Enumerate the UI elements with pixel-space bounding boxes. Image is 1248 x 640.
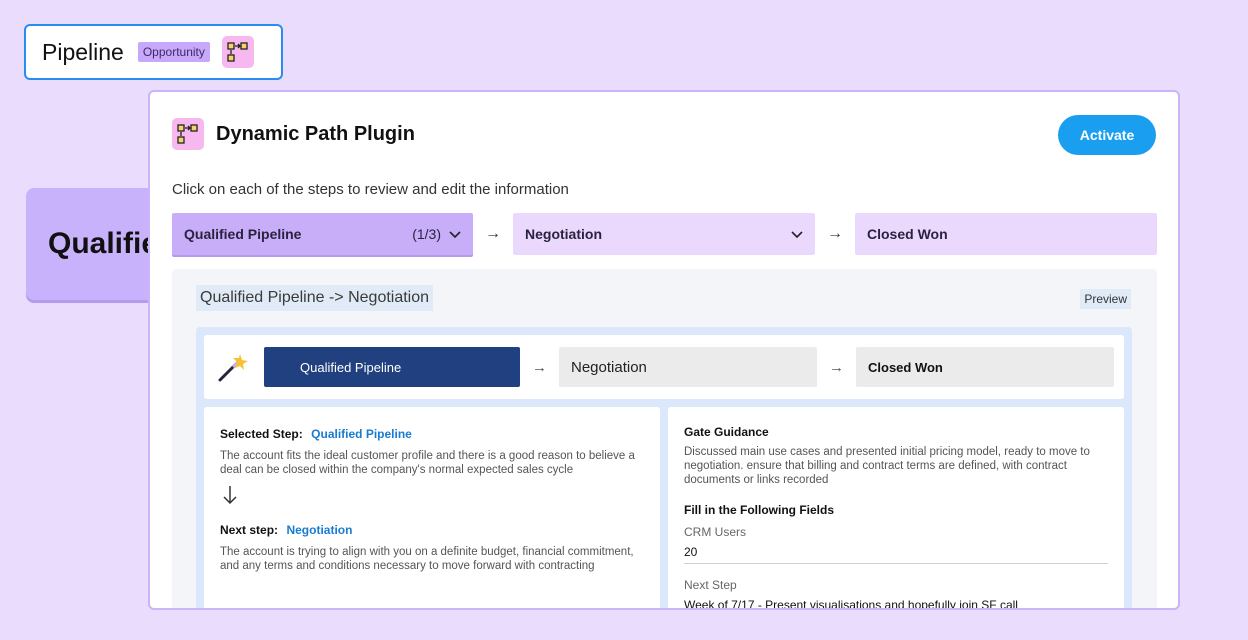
selected-step-link[interactable]: Qualified Pipeline: [311, 427, 412, 441]
next-step-link[interactable]: Negotiation: [286, 523, 352, 537]
pipeline-chip[interactable]: Pipeline Opportunity: [24, 24, 283, 80]
pipeline-title: Pipeline: [42, 38, 124, 65]
path-step-closed-won[interactable]: Closed Won: [856, 347, 1114, 387]
arrow-right-icon: →: [485, 225, 501, 242]
plugin-title: Dynamic Path Plugin: [216, 122, 415, 145]
step-label: Closed Won: [867, 226, 948, 242]
preview-badge: Preview: [1080, 289, 1131, 309]
step-negotiation[interactable]: Negotiation: [513, 213, 815, 255]
crm-users-label: CRM Users: [684, 525, 746, 539]
step-label: Negotiation: [525, 226, 602, 242]
chevron-down-icon[interactable]: [791, 226, 803, 242]
arrow-right-icon: →: [829, 358, 844, 376]
arrow-right-icon: →: [827, 225, 843, 242]
next-step-field-label: Next Step: [684, 578, 737, 592]
arrow-down-icon: [222, 485, 644, 511]
fields-title: Fill in the Following Fields: [684, 503, 834, 517]
step-qualified-pipeline[interactable]: Qualified Pipeline (1/3): [172, 213, 473, 255]
selected-step-description: The account fits the ideal customer prof…: [220, 450, 635, 476]
opportunity-badge: Opportunity: [137, 42, 210, 62]
preview-content: Qualified Pipeline → Negotiation → Close…: [196, 327, 1132, 608]
instructions-text: Click on each of the steps to review and…: [172, 181, 569, 198]
step-count: (1/3): [412, 226, 441, 242]
selected-step-label: Selected Step:: [220, 427, 303, 441]
gate-guidance-title: Gate Guidance: [684, 425, 769, 439]
step-details: Selected Step: Qualified Pipeline The ac…: [204, 407, 660, 608]
activate-button[interactable]: Activate: [1058, 115, 1156, 155]
step-label: Qualified Pipeline: [184, 226, 302, 242]
plugin-header: Dynamic Path Plugin: [172, 118, 415, 150]
path-step-negotiation[interactable]: Negotiation: [559, 347, 817, 387]
transition-title: Qualified Pipeline -> Negotiation: [196, 285, 434, 311]
chevron-down-icon[interactable]: [449, 226, 461, 242]
step-selector: Qualified Pipeline (1/3) → Negotiation →…: [172, 213, 1157, 255]
magic-wand-icon: [218, 354, 248, 382]
plugin-card: Dynamic Path Plugin Activate Click on ea…: [148, 90, 1180, 610]
next-step-description: The account is trying to align with you …: [220, 546, 634, 572]
next-step-field[interactable]: Week of 7/17 - Present visualisations an…: [684, 598, 1108, 608]
crm-users-field[interactable]: 20: [684, 545, 1108, 564]
gate-guidance: Gate Guidance Discussed main use cases a…: [668, 407, 1124, 608]
step-closed-won[interactable]: Closed Won: [855, 213, 1157, 255]
arrow-right-icon: →: [532, 358, 547, 376]
path-step-qualified-pipeline[interactable]: Qualified Pipeline: [264, 347, 520, 387]
path-plugin-icon: [221, 36, 254, 68]
path-bar: Qualified Pipeline → Negotiation → Close…: [204, 335, 1124, 399]
path-plugin-icon: [172, 118, 204, 150]
next-step-label: Next step:: [220, 523, 279, 537]
preview-panel: Qualified Pipeline -> Negotiation Previe…: [172, 269, 1157, 608]
gate-guidance-description: Discussed main use cases and presented i…: [684, 446, 1090, 486]
